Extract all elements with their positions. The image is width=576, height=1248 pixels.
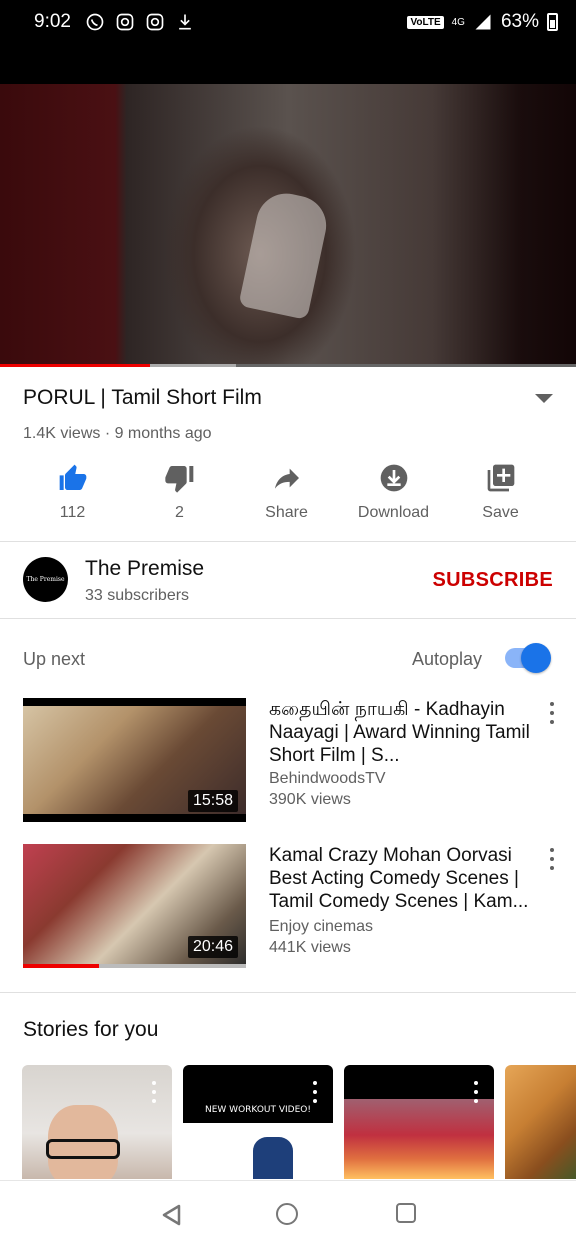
save-button[interactable]: Save [447,460,554,530]
progress-played [0,364,150,367]
video-item-title[interactable]: கதையின் நாயகி - Kadhayin Naayagi | Award… [269,698,531,767]
download-label: Download [357,504,430,521]
channel-subscribers: 33 subscribers [85,587,190,604]
more-options-icon[interactable] [309,1081,321,1103]
stories-title: Stories for you [23,1018,159,1041]
system-navigation-bar [0,1180,576,1248]
thumbs-down-icon [164,466,193,493]
divider [0,541,576,542]
story-card[interactable]: NEW WORKOUT VIDEO! [183,1065,333,1179]
share-label: Share [265,504,308,521]
autoplay-label: Autoplay [411,649,482,669]
recents-icon[interactable] [396,1203,416,1223]
video-item-channel: Enjoy cinemas [269,918,374,935]
video-item-views: 441K views [269,939,351,956]
more-options-icon[interactable] [546,848,558,870]
video-title-row[interactable]: PORUL | Tamil Short Film [23,386,553,410]
channel-name[interactable]: The Premise [85,557,204,581]
video-duration: 20:46 [187,936,238,958]
signal-icon [475,14,491,30]
story-card[interactable] [344,1065,494,1179]
video-meta: 1.4K views · 9 months ago [23,425,212,442]
home-icon[interactable] [276,1203,298,1225]
story-caption: NEW WORKOUT VIDEO! [205,1105,311,1115]
network-type: 4G [451,16,465,28]
list-item[interactable]: 15:58 கதையின் நாயகி - Kadhayin Naayagi |… [0,698,576,822]
dislike-button[interactable]: 2 [126,460,233,530]
more-options-icon[interactable] [148,1081,160,1103]
video-duration: 15:58 [187,790,238,812]
video-frame [0,84,576,366]
instagram-icon [116,13,134,31]
back-icon[interactable] [160,1203,182,1227]
download-button[interactable]: Download [340,460,447,530]
status-bar: 9:02 VoLTE 4G 63% [0,0,576,44]
subscribe-button[interactable]: SUBSCRIBE [433,569,554,592]
thumbs-up-icon [59,464,86,490]
toggle-knob [521,643,551,673]
progress-buffered [149,364,237,367]
video-item-channel: BehindwoodsTV [269,770,386,787]
video-progress-bar[interactable] [0,364,576,367]
watch-progress-fill [23,964,99,968]
list-item[interactable]: 20:46 Kamal Crazy Mohan Oorvasi Best Act… [0,844,576,968]
video-thumbnail[interactable]: 15:58 [23,698,246,822]
video-item-views: 390K views [269,791,351,808]
divider [0,618,576,619]
expand-description-icon[interactable] [535,394,553,403]
more-options-icon[interactable] [470,1081,482,1103]
share-button[interactable]: Share [233,460,340,530]
story-card[interactable] [22,1065,172,1179]
volte-badge: VoLTE [407,15,444,29]
save-label: Save [482,504,519,521]
divider [0,992,576,993]
whatsapp-icon [86,13,104,31]
action-bar: 112 2 Share Download Save [0,460,576,530]
channel-row[interactable]: The Premise The Premise 33 subscribers S… [0,544,576,616]
video-player[interactable] [0,44,576,366]
status-time: 9:02 [34,11,71,32]
video-title: PORUL | Tamil Short Film [23,386,262,409]
video-item-title[interactable]: Kamal Crazy Mohan Oorvasi Best Acting Co… [269,844,531,913]
story-glasses [46,1139,120,1159]
add-to-playlist-icon [487,464,514,492]
more-options-icon[interactable] [546,702,558,724]
download-status-icon [179,14,191,30]
channel-avatar[interactable]: The Premise [23,557,68,602]
like-button[interactable]: 112 [19,460,126,530]
battery-icon [547,13,558,31]
video-thumbnail[interactable]: 20:46 [23,844,246,968]
share-icon [274,468,299,489]
like-count: 112 [59,504,86,521]
watch-progress-bar [23,964,246,968]
instagram-icon [146,13,164,31]
battery-percent: 63% [500,11,539,32]
up-next-label: Up next [23,649,86,669]
download-icon [380,464,407,492]
story-card[interactable] [505,1065,576,1179]
autoplay-toggle[interactable] [505,643,551,673]
dislike-count: 2 [175,504,184,521]
